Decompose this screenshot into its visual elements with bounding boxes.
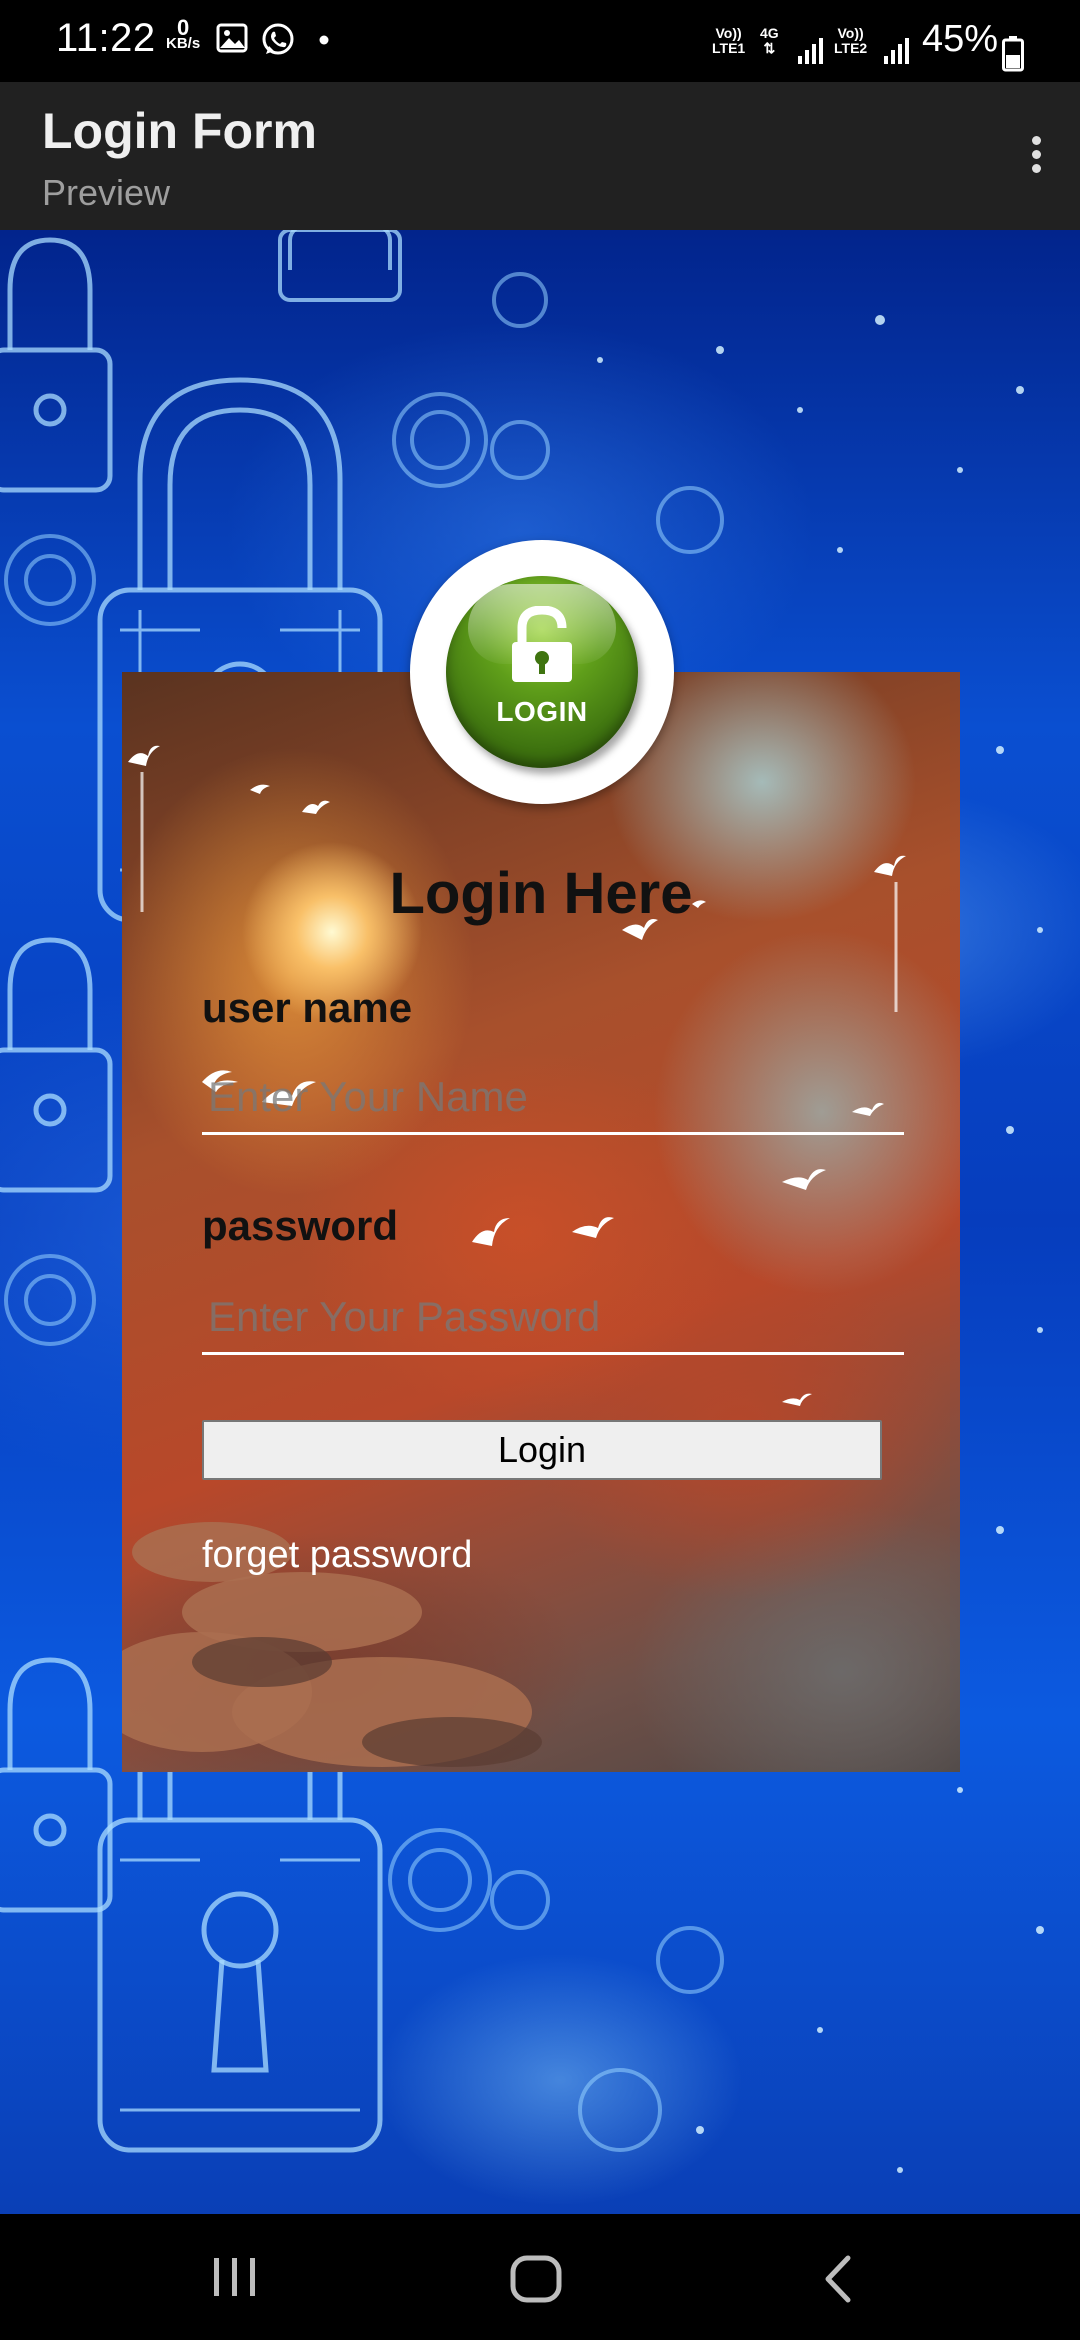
signal-icon bbox=[798, 38, 823, 64]
data-arrows-icon: ⇅ bbox=[763, 40, 776, 56]
status-bar: 11:22 0 KB/s Vo)) LTE1 4G ⇅ Vo)) LTE2 45… bbox=[0, 0, 1080, 82]
network-type-indicator: 4G ⇅ bbox=[760, 26, 779, 56]
sim1-volte: Vo)) bbox=[715, 25, 742, 41]
sim2-network: LTE2 bbox=[834, 40, 868, 56]
forget-password-link[interactable]: forget password bbox=[202, 1534, 472, 1577]
home-icon[interactable] bbox=[508, 2254, 566, 2304]
recent-apps-icon[interactable] bbox=[210, 2254, 260, 2300]
sim1-indicator: Vo)) LTE1 bbox=[712, 26, 745, 56]
username-input[interactable] bbox=[202, 1062, 904, 1135]
sim2-volte: Vo)) bbox=[837, 25, 864, 41]
back-icon[interactable] bbox=[820, 2254, 856, 2304]
app-bar: Login Form Preview bbox=[0, 82, 1080, 230]
app-title: Login Form bbox=[42, 103, 317, 159]
login-button[interactable]: Login bbox=[202, 1420, 882, 1480]
status-right-group: Vo)) LTE1 4G ⇅ Vo)) LTE2 45% bbox=[0, 16, 1080, 72]
login-logo: LOGIN bbox=[410, 540, 674, 804]
logo-label: LOGIN bbox=[496, 696, 588, 727]
battery-icon bbox=[1002, 36, 1024, 72]
app-subtitle: Preview bbox=[42, 172, 171, 213]
navigation-bar bbox=[0, 2214, 1080, 2340]
login-card: Login Here user name password Login forg… bbox=[122, 672, 960, 1772]
password-label: password bbox=[202, 1202, 399, 1249]
network-type: 4G bbox=[760, 25, 779, 41]
sim2-indicator: Vo)) LTE2 bbox=[834, 26, 867, 56]
password-input[interactable] bbox=[202, 1282, 904, 1355]
overflow-menu-icon[interactable] bbox=[1016, 132, 1056, 182]
username-label: user name bbox=[202, 984, 413, 1031]
signal-icon bbox=[884, 38, 909, 64]
battery-percent: 45% bbox=[922, 18, 999, 60]
sim1-network: LTE1 bbox=[712, 40, 746, 56]
login-logo-badge: LOGIN bbox=[446, 576, 638, 768]
login-heading: Login Here bbox=[389, 861, 693, 926]
lock-icon bbox=[512, 606, 572, 682]
